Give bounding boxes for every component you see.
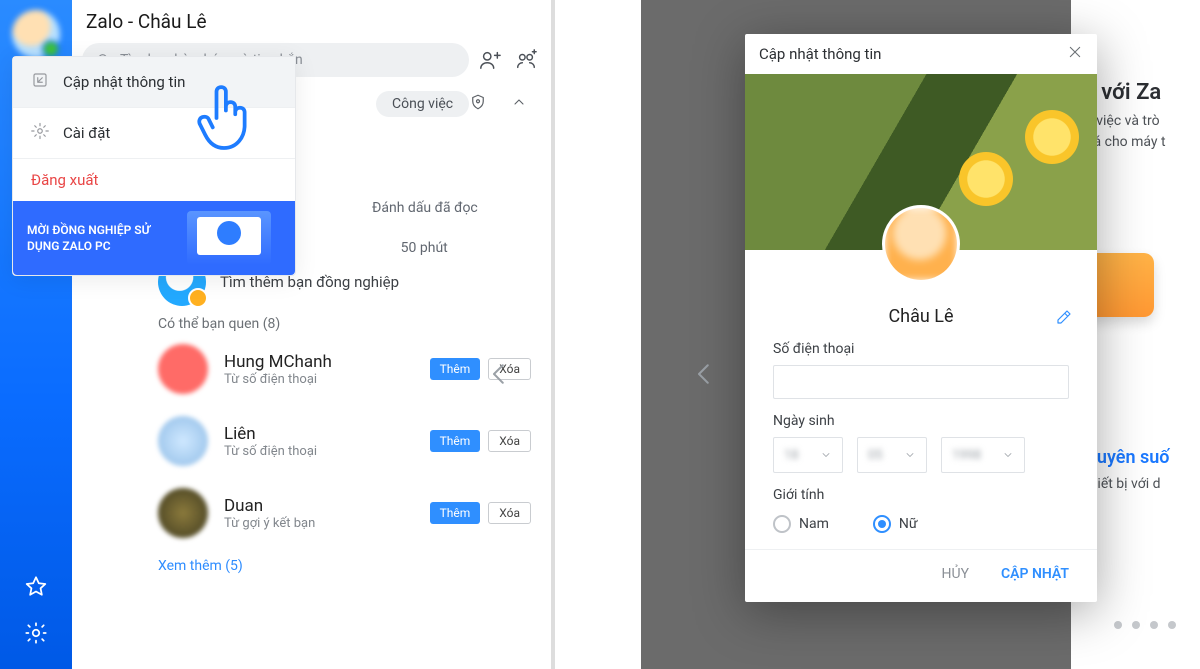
menu-banner[interactable]: MỜI ĐỒNG NGHIỆP SỬ DỤNG ZALO PC xyxy=(13,201,295,275)
delete-button[interactable]: Xóa xyxy=(488,502,531,524)
suggestions-header: Có thể bạn quen (8) xyxy=(158,316,280,332)
suggestion-avatar[interactable] xyxy=(158,488,208,538)
carousel-dots[interactable] xyxy=(1114,621,1176,629)
edit-icon xyxy=(31,71,49,93)
suggestion-avatar[interactable] xyxy=(158,416,208,466)
add-button[interactable]: Thêm xyxy=(430,502,481,524)
edit-name-icon[interactable] xyxy=(1055,308,1073,331)
eye-shield-icon[interactable] xyxy=(469,93,487,115)
gender-male-radio[interactable]: Nam xyxy=(773,515,829,533)
phone-label: Số điện thoại xyxy=(773,341,1069,357)
collapse-up-icon[interactable] xyxy=(511,94,527,114)
chevron-down-icon xyxy=(820,449,832,461)
gender-label: Giới tính xyxy=(773,487,1069,503)
suggestion-from: Từ số điện thoại xyxy=(224,444,414,459)
see-more-link[interactable]: Xem thêm (5) xyxy=(158,558,243,574)
create-group-icon[interactable] xyxy=(511,45,541,75)
close-icon[interactable] xyxy=(1067,44,1083,64)
suggestion-from: Từ gợi ý kết bạn xyxy=(224,516,414,531)
profile-name: Châu Lê xyxy=(888,306,953,327)
chip-work[interactable]: Công việc xyxy=(376,91,469,117)
dob-label: Ngày sinh xyxy=(773,413,1069,429)
mark-read-text: Đánh dấu đã đọc xyxy=(372,200,478,216)
dob-day-select[interactable]: 18 xyxy=(773,437,843,473)
suggestion-name: Liên xyxy=(224,424,414,444)
sidebar-settings-icon[interactable] xyxy=(22,619,50,647)
cancel-button[interactable]: HỦY xyxy=(942,566,969,582)
menu-logout[interactable]: Đăng xuất xyxy=(13,159,295,201)
modal-avatar[interactable] xyxy=(882,205,960,283)
dob-year-select[interactable]: 1998 xyxy=(941,437,1025,473)
menu-settings-label: Cài đặt xyxy=(63,124,110,142)
time-text: 50 phút xyxy=(372,240,478,256)
add-friend-icon[interactable] xyxy=(475,45,505,75)
sidebar-star-icon[interactable] xyxy=(22,573,50,601)
current-user-avatar[interactable] xyxy=(12,10,60,58)
update-info-modal: Cập nhật thông tin Châu Lê Số điện thoại… xyxy=(745,34,1097,602)
suggestion-avatar[interactable] xyxy=(158,344,208,394)
menu-banner-text: MỜI ĐỒNG NGHIỆP SỬ DỤNG ZALO PC xyxy=(27,222,177,254)
prev-chevron-icon[interactable] xyxy=(456,300,542,448)
suggestion-name: Duan xyxy=(224,496,414,516)
menu-update-label: Cập nhật thông tin xyxy=(63,73,185,91)
suggestion-from: Từ số điện thoại xyxy=(224,372,414,387)
gender-female-radio[interactable]: Nữ xyxy=(873,515,918,533)
chevron-down-icon xyxy=(1002,449,1014,461)
phone-input[interactable] xyxy=(773,365,1069,399)
suggestion-item: DuanTừ gợi ý kết bạn Thêm Xóa xyxy=(158,488,531,538)
prev-chevron-icon[interactable] xyxy=(661,300,747,448)
menu-banner-illustration xyxy=(187,211,271,265)
dob-month-select[interactable]: 05 xyxy=(857,437,927,473)
app-title: Zalo - Châu Lê xyxy=(72,0,551,37)
submit-button[interactable]: CẬP NHẬT xyxy=(1001,566,1069,582)
gear-icon xyxy=(31,122,49,144)
modal-title: Cập nhật thông tin xyxy=(759,45,881,63)
hand-cursor-icon xyxy=(194,80,254,156)
suggestion-name: Hung MChanh xyxy=(224,352,414,372)
chevron-down-icon xyxy=(904,449,916,461)
